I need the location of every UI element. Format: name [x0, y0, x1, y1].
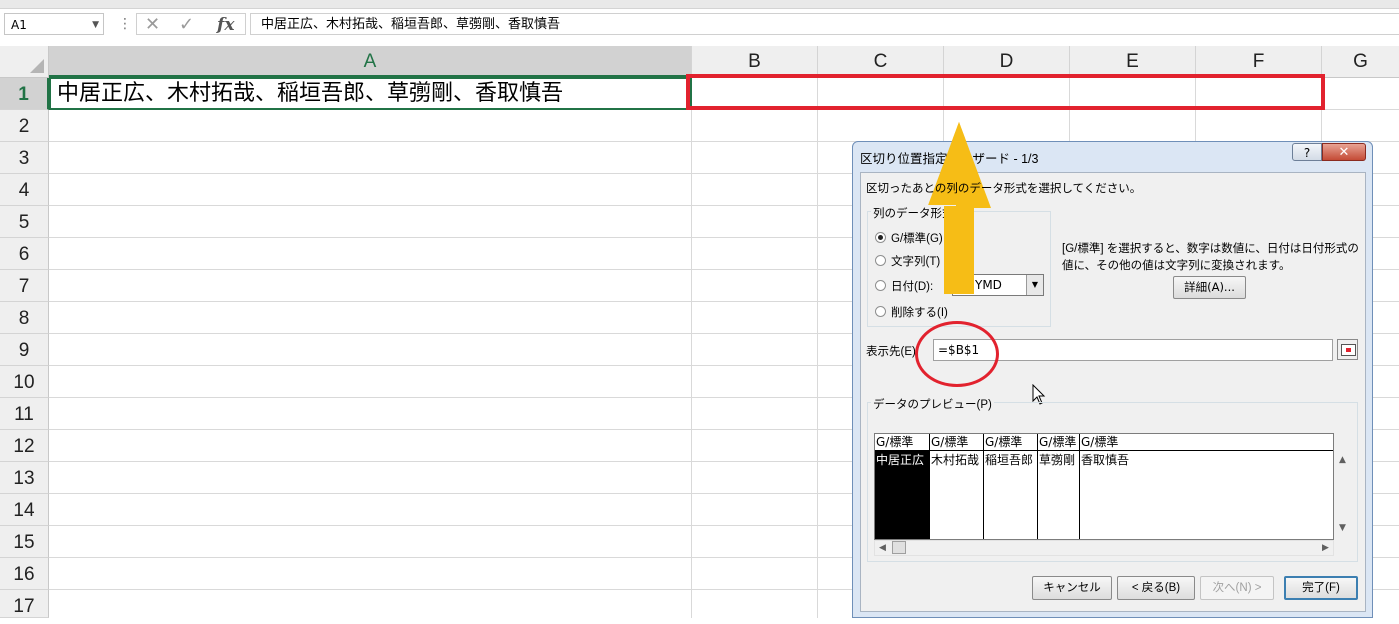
radio-date-label[interactable]: 日付(D): [891, 278, 933, 294]
preview-column-2[interactable]: 木村拓哉 [930, 451, 984, 539]
scroll-left-icon[interactable]: ◀ [879, 543, 886, 553]
preview-column-3[interactable]: 稲垣吾郎 [984, 451, 1038, 539]
radio-general-label[interactable]: G/標準(G) [891, 230, 943, 246]
radio-skip-label[interactable]: 削除する(I) [891, 304, 948, 320]
name-box[interactable]: A1 ▼ [4, 13, 104, 35]
annotation-arrow-shaft-overlay [944, 206, 974, 294]
formula-bar-buttons: ✕ ✓ fx [136, 13, 246, 35]
row-header-17[interactable]: 17 [0, 590, 49, 618]
chevron-down-icon[interactable]: ▼ [92, 14, 99, 36]
insert-function-icon[interactable]: fx [217, 14, 234, 36]
row-header-4[interactable]: 4 [0, 174, 49, 206]
preview-column-5[interactable]: 香取慎吾 [1080, 451, 1333, 539]
preview-header-3[interactable]: G/標準 [984, 434, 1038, 451]
row-header-7[interactable]: 7 [0, 270, 49, 302]
cancel-icon[interactable]: ✕ [145, 14, 160, 36]
column-header-f[interactable]: F [1196, 46, 1322, 77]
preview-column-1[interactable]: 中居正広 [875, 451, 930, 539]
preview-horizontal-scrollbar[interactable]: ◀ ▶ [874, 540, 1334, 556]
radio-general[interactable] [875, 232, 886, 243]
preview-header-5[interactable]: G/標準 [1080, 434, 1333, 451]
description-line-2: 値に、その他の値は文字列に変換されます。 [1062, 260, 1291, 272]
column-header-a[interactable]: A [49, 46, 692, 77]
finish-button[interactable]: 完了(F) [1284, 576, 1358, 600]
ribbon-strip [0, 0, 1399, 9]
cancel-button[interactable]: キャンセル [1032, 576, 1112, 600]
scroll-thumb[interactable] [892, 541, 906, 554]
highlight-circle-destination [915, 321, 999, 387]
row-header-8[interactable]: 8 [0, 302, 49, 334]
preview-column-4[interactable]: 草彅剛 [1038, 451, 1080, 539]
preview-header-2[interactable]: G/標準 [930, 434, 984, 451]
description-line-1: [G/標準] を選択すると、数字は数値に、日付は日付形式の [1062, 243, 1359, 255]
scroll-down-icon[interactable]: ▼ [1339, 523, 1346, 533]
scroll-right-icon[interactable]: ▶ [1322, 543, 1329, 553]
cell-a1[interactable]: 中居正広、木村拓哉、稲垣吾郎、草彅剛、香取慎吾 [49, 77, 692, 110]
row-header-11[interactable]: 11 [0, 398, 49, 430]
row-header-12[interactable]: 12 [0, 430, 49, 462]
back-button[interactable]: < 戻る(B) [1117, 576, 1195, 600]
advanced-button[interactable]: 詳細(A)... [1173, 276, 1246, 299]
next-button[interactable]: 次へ(N) > [1200, 576, 1274, 600]
highlight-rectangle-b1-f1 [686, 74, 1325, 110]
preview-label: データのプレビュー(P) [871, 396, 994, 412]
name-box-value: A1 [11, 18, 27, 32]
data-preview[interactable]: G/標準 G/標準 G/標準 G/標準 G/標準 中居正広 木村拓哉 稲垣吾郎 … [874, 433, 1334, 540]
radio-date[interactable] [875, 280, 886, 291]
radio-text[interactable] [875, 255, 886, 266]
row-header-9[interactable]: 9 [0, 334, 49, 366]
row-header-10[interactable]: 10 [0, 366, 49, 398]
column-format-group-label: 列のデータ形式 [871, 205, 956, 221]
radio-text-label[interactable]: 文字列(T) [891, 253, 940, 269]
column-header-g[interactable]: G [1322, 46, 1399, 77]
select-all-icon [30, 59, 44, 73]
row-header-13[interactable]: 13 [0, 462, 49, 494]
row-header-1[interactable]: 1 [0, 78, 49, 110]
column-header-c[interactable]: C [818, 46, 944, 77]
radio-skip[interactable] [875, 306, 886, 317]
row-header-16[interactable]: 16 [0, 558, 49, 590]
formula-bar-grip-icon[interactable]: ⋮ [118, 14, 132, 34]
help-button[interactable]: ? [1292, 143, 1322, 161]
enter-icon[interactable]: ✓ [179, 14, 194, 36]
select-all-corner[interactable] [0, 46, 49, 77]
column-header-d[interactable]: D [944, 46, 1070, 77]
destination-label: 表示先(E): [866, 346, 920, 358]
row-header-15[interactable]: 15 [0, 526, 49, 558]
chevron-down-icon[interactable]: ▼ [1026, 275, 1043, 295]
row-header-14[interactable]: 14 [0, 494, 49, 526]
column-header-e[interactable]: E [1070, 46, 1196, 77]
preview-header-4[interactable]: G/標準 [1038, 434, 1080, 451]
range-select-button[interactable] [1337, 339, 1358, 360]
date-format-value: YMD [975, 278, 1002, 292]
close-button[interactable]: ✕ [1322, 143, 1366, 161]
scroll-up-icon[interactable]: ▲ [1339, 455, 1346, 465]
row-header-6[interactable]: 6 [0, 238, 49, 270]
instruction-text: 区切ったあとの列のデータ形式を選択してください。 [866, 183, 1142, 195]
column-header-b[interactable]: B [692, 46, 818, 77]
formula-input[interactable]: 中居正広、木村拓哉、稲垣吾郎、草彅剛、香取慎吾 [250, 13, 1399, 35]
row-header-2[interactable]: 2 [0, 110, 49, 142]
row-header-3[interactable]: 3 [0, 142, 49, 174]
preview-vertical-scrollbar[interactable]: ▲ ▼ [1334, 433, 1352, 540]
row-header-5[interactable]: 5 [0, 206, 49, 238]
preview-header-1[interactable]: G/標準 [875, 434, 930, 451]
